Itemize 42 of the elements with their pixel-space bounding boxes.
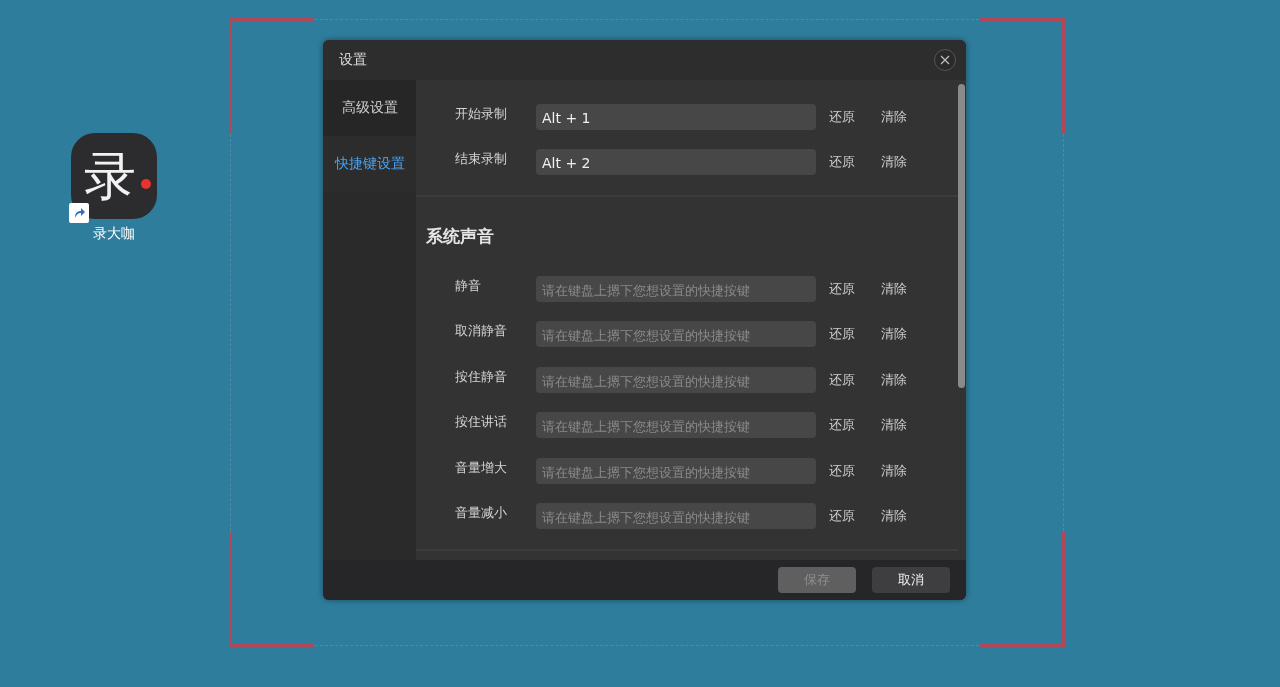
shortcut-label: 静音 [455, 276, 482, 295]
shortcut-field[interactable]: 请在键盘上摁下您想设置的快捷按键 [536, 275, 816, 302]
close-icon [940, 55, 950, 65]
window-title: 设置 [339, 51, 367, 69]
close-button[interactable] [934, 49, 956, 71]
sidebar-item[interactable]: 高级设置 [323, 80, 416, 136]
shortcut-label: 结束录制 [455, 150, 508, 169]
shortcut-field[interactable]: Alt + 1 [536, 103, 816, 130]
cancel-button[interactable]: 取消 [872, 567, 950, 593]
shortcut-field[interactable]: 请在键盘上摁下您想设置的快捷按键 [536, 412, 816, 439]
clear-button[interactable]: 清除 [881, 279, 920, 298]
clear-button[interactable]: 清除 [881, 370, 920, 389]
reset-button[interactable]: 还原 [829, 461, 868, 480]
reset-button[interactable]: 还原 [829, 370, 868, 389]
reset-button[interactable]: 还原 [829, 325, 868, 344]
clear-button[interactable]: 清除 [881, 461, 920, 480]
shortcut-field[interactable]: 请在键盘上摁下您想设置的快捷按键 [536, 457, 816, 484]
clear-button[interactable]: 清除 [881, 325, 920, 344]
clear-button[interactable]: 清除 [881, 107, 920, 126]
shortcut-label: 音量增大 [455, 458, 508, 477]
app-icon-label: 录大咖 [93, 225, 135, 243]
reset-button[interactable]: 还原 [829, 107, 868, 126]
shortcut-label: 取消静音 [455, 322, 508, 341]
clear-button[interactable]: 清除 [881, 416, 920, 435]
shortcut-field[interactable]: 请在键盘上摁下您想设置的快捷按键 [536, 366, 816, 393]
shortcut-field[interactable]: 请在键盘上摁下您想设置的快捷按键 [536, 321, 816, 348]
reset-button[interactable]: 还原 [829, 279, 868, 298]
scrollbar-thumb[interactable] [958, 84, 965, 388]
clear-button[interactable]: 清除 [881, 507, 920, 526]
reset-button[interactable]: 还原 [829, 507, 868, 526]
app-icon-glyph: 录 [84, 150, 136, 202]
shortcut-field[interactable]: Alt + 2 [536, 149, 816, 176]
shortcut-label: 按住讲话 [455, 413, 508, 432]
shortcut-label: 开始录制 [455, 104, 508, 123]
reset-button[interactable]: 还原 [829, 416, 868, 435]
clear-button[interactable]: 清除 [881, 153, 920, 172]
shortcut-label: 音量减小 [455, 504, 508, 523]
reset-button[interactable]: 还原 [829, 153, 868, 172]
section-heading: 系统声音 [425, 225, 495, 248]
shortcut-field[interactable]: 请在键盘上摁下您想设置的快捷按键 [536, 503, 816, 530]
dot-icon [141, 179, 151, 189]
shortcut-label: 按住静音 [455, 367, 508, 386]
